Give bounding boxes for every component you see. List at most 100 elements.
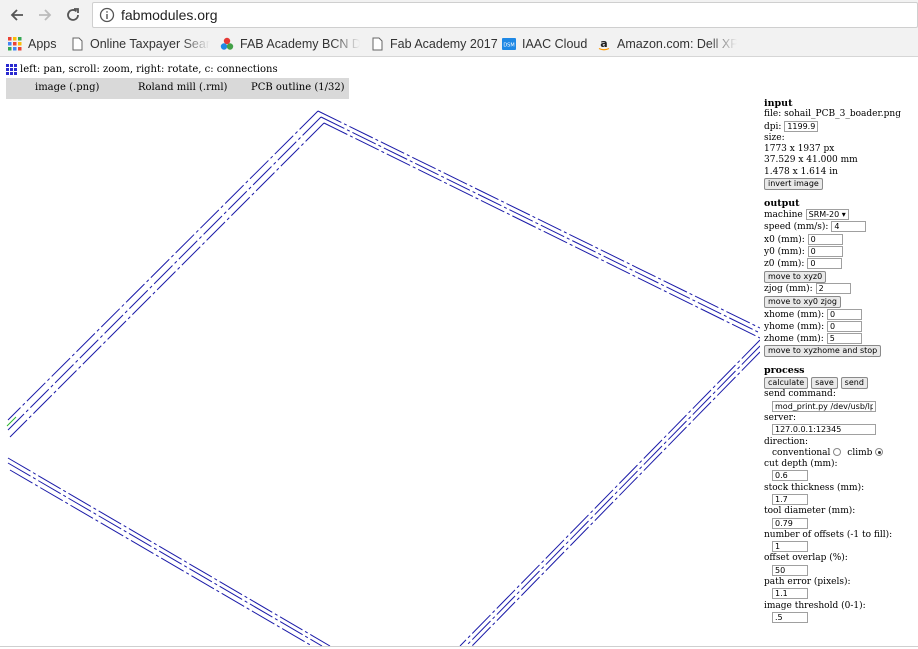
speed-input[interactable]: [831, 221, 867, 233]
path-error-label: path error (pixels):: [764, 577, 851, 588]
threshold-label: image threshold (0-1):: [764, 600, 866, 611]
xhome-input[interactable]: [827, 308, 863, 320]
output-format-menu[interactable]: Roland mill (.rml): [138, 82, 227, 93]
machine-row: machine SRM-20 ▾: [764, 209, 918, 221]
page-icon: [72, 37, 83, 50]
address-bar[interactable]: fabmodules.org: [92, 2, 918, 28]
offsets-input[interactable]: [772, 541, 808, 553]
settings-panel: input file: sohail_PCB_3_boader.png dpi:…: [764, 98, 918, 624]
stock-thickness-input[interactable]: [772, 494, 808, 505]
hint-text: left: pan, scroll: zoom, right: rotate, …: [20, 64, 278, 75]
y0-label: y0 (mm):: [764, 247, 805, 258]
zjog-input[interactable]: [815, 283, 851, 295]
size-label: size:: [764, 132, 785, 143]
back-arrow-icon: [10, 9, 23, 21]
grid-icon: [6, 64, 17, 75]
toolpath-left-3: [9, 122, 325, 438]
output-heading: output: [764, 197, 800, 209]
bookmark-label: Apps: [28, 36, 57, 51]
zhome-input[interactable]: [826, 333, 862, 345]
apps-grid-icon: [8, 36, 22, 50]
machine-select[interactable]: SRM-20 ▾: [805, 209, 849, 221]
svg-text:a: a: [600, 37, 607, 50]
cut-depth-input[interactable]: [772, 470, 808, 482]
forward-button[interactable]: [34, 4, 56, 26]
toolpath-top-1: [317, 110, 760, 329]
amazon-icon: a: [598, 37, 610, 50]
move-to-xyz0-button[interactable]: move to xyz0: [764, 270, 827, 283]
dsm-icon: DSM: [502, 37, 516, 50]
bookmark-amazon[interactable]: a Amazon.com: Dell XPS: [597, 34, 737, 53]
size-mm: 37.529 x 41.000 mm: [764, 155, 858, 166]
z0-input[interactable]: [807, 258, 843, 270]
climb-label: climb: [847, 447, 873, 458]
info-icon: [99, 7, 115, 23]
reload-button[interactable]: [62, 4, 84, 26]
invert-image-button[interactable]: invert image: [764, 178, 823, 191]
climb-radio[interactable]: [875, 448, 884, 457]
threshold-input[interactable]: [772, 611, 808, 623]
dpi-row: dpi:: [764, 120, 918, 133]
overlap-input[interactable]: [772, 564, 808, 576]
move-to-xy0-zjog-button[interactable]: move to xy0 zjog: [764, 295, 841, 308]
toolpath-top-2: [320, 116, 760, 334]
bookmark-label: FAB Academy BCN Do: [240, 36, 360, 51]
toolpath-bottom-3: [9, 469, 313, 646]
tool-diameter-input[interactable]: [772, 517, 808, 529]
stock-thickness-label: stock thickness (mm):: [764, 482, 865, 493]
bottom-divider: [0, 646, 918, 647]
bookmark-apps[interactable]: Apps: [8, 34, 57, 53]
conventional-radio[interactable]: [833, 448, 842, 457]
bookmark-fab-academy-2017[interactable]: Fab Academy 2017: [370, 34, 498, 53]
y0-input[interactable]: [807, 246, 843, 258]
bookmark-label: Fab Academy 2017: [390, 36, 498, 51]
browser-toolbar: fabmodules.org: [0, 0, 918, 31]
bookmark-online-taxpayer[interactable]: Online Taxpayer Searc: [70, 34, 210, 53]
toolpath-right-1: [459, 339, 760, 646]
yhome-input[interactable]: [827, 320, 863, 332]
z0-label: z0 (mm):: [764, 259, 805, 270]
svg-text:DSM: DSM: [503, 42, 514, 48]
input-format-menu[interactable]: image (.png): [35, 82, 99, 93]
size-px: 1773 x 1937 px: [764, 144, 835, 155]
back-button[interactable]: [6, 4, 28, 26]
toolpath-top-3: [323, 122, 760, 339]
bookmark-iaac-cloud[interactable]: DSM IAAC Cloud: [502, 34, 587, 53]
url-text: fabmodules.org: [121, 7, 218, 23]
calculate-button[interactable]: calculate: [764, 376, 809, 389]
yhome-label: yhome (mm):: [764, 321, 825, 332]
x0-label: x0 (mm):: [764, 234, 805, 245]
input-heading: input: [764, 98, 793, 109]
zjog-label: zjog (mm):: [764, 284, 813, 295]
server-input[interactable]: [772, 424, 876, 436]
reload-icon: [67, 8, 79, 21]
server-label: server:: [764, 412, 796, 423]
send-command-label: send command:: [764, 389, 836, 400]
forward-arrow-icon: [39, 9, 52, 21]
conventional-label: conventional: [772, 447, 831, 458]
send-command-input[interactable]: [772, 400, 876, 412]
speed-label: speed (mm/s):: [764, 222, 829, 233]
toolpath-canvas[interactable]: [0, 100, 760, 646]
toolpath-lines: [7, 110, 760, 646]
dpi-input[interactable]: [784, 120, 819, 132]
x0-input[interactable]: [807, 233, 843, 245]
file-label: file: sohail_PCB_3_boader.png: [764, 109, 901, 120]
save-button[interactable]: save: [811, 376, 838, 389]
toolpath-right-3: [471, 351, 760, 646]
zhome-label: zhome (mm):: [764, 334, 824, 345]
bookmark-fab-academy-bcn[interactable]: FAB Academy BCN Do: [220, 34, 360, 53]
move-to-xyzhome-button[interactable]: move to xyzhome and stop: [764, 345, 882, 358]
send-button[interactable]: send: [840, 376, 868, 389]
green-path-segment: [6, 416, 17, 427]
process-menu[interactable]: PCB outline (1/32): [251, 82, 345, 93]
cut-depth-label: cut depth (mm):: [764, 459, 838, 470]
xhome-label: xhome (mm):: [764, 309, 825, 320]
toolpath-bottom-1: [7, 457, 331, 646]
path-error-input[interactable]: [772, 588, 808, 600]
dpi-label: dpi:: [764, 121, 782, 132]
direction-label: direction:: [764, 436, 809, 447]
tool-diameter-label: tool diameter (mm):: [764, 506, 856, 517]
bookmark-label: Amazon.com: Dell XPS: [617, 36, 737, 51]
toolpath-right-2: [465, 345, 760, 646]
